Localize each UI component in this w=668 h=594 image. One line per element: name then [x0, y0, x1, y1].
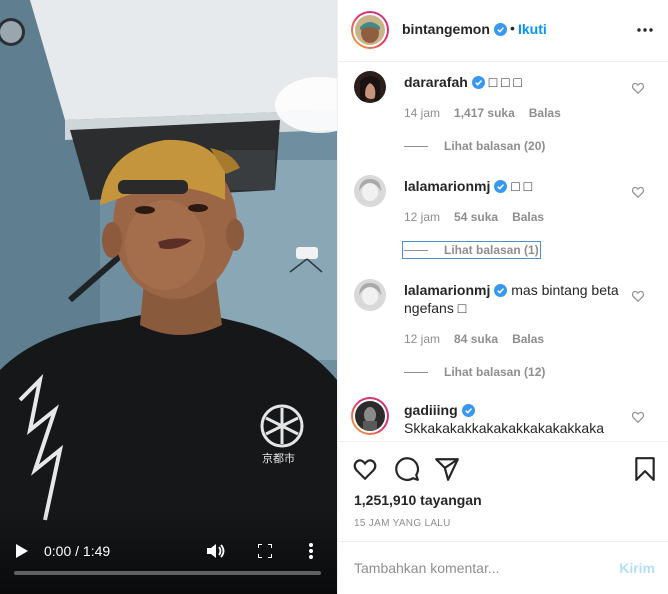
comment-input[interactable] [354, 558, 594, 578]
comment-time[interactable]: 12 jam [404, 332, 440, 346]
reply-button[interactable]: Balas [512, 210, 544, 224]
heart-icon[interactable] [631, 410, 645, 424]
view-replies-button[interactable]: Lihat balasan (12) [404, 365, 545, 379]
video-more-button[interactable] [302, 540, 320, 562]
view-replies-button[interactable]: Lihat balasan (20) [404, 139, 545, 153]
commenter-avatar[interactable] [354, 71, 386, 103]
verified-badge-icon [461, 404, 475, 417]
post-side-panel: bintangemon • Ikuti dararafah □ □ □ 14 j… [337, 0, 668, 594]
author-username[interactable]: bintangemon [402, 21, 507, 37]
comment-meta: 12 jam 54 suka Balas [404, 210, 544, 224]
video-progress-bar[interactable] [14, 571, 321, 575]
video-time: 0:00 / 1:49 [44, 543, 111, 559]
view-count[interactable]: 1,251,910 tayangan [354, 492, 482, 508]
verified-badge-icon [494, 284, 508, 297]
post-timestamp[interactable]: 15 JAM YANG LALU [354, 518, 451, 529]
video-frame: 京都市 [0, 0, 337, 594]
more-horizontal-icon [637, 28, 653, 32]
comment-username[interactable]: lalamarionmj [404, 282, 490, 298]
comment-meta: 14 jam 1,417 suka Balas [404, 106, 561, 120]
post-options-button[interactable] [635, 20, 655, 40]
volume-button[interactable] [204, 540, 228, 562]
comment-text: dararafah □ □ □ [404, 73, 624, 91]
heart-icon[interactable] [631, 289, 645, 303]
comment-body: Skkakakakkakakakkakakakkaka [404, 420, 604, 436]
author-avatar[interactable] [351, 11, 389, 49]
video-player[interactable]: 京都市 0:00 / 1:49 [0, 0, 337, 594]
comment-username[interactable]: lalamarionmj [404, 178, 490, 194]
comment-likes[interactable]: 1,417 suka [454, 106, 515, 120]
commenter-avatar[interactable] [351, 397, 389, 435]
volume-icon [207, 544, 225, 558]
header-separator: • [510, 20, 515, 36]
video-controls: 0:00 / 1:49 [0, 530, 337, 594]
comment-body: □ □ □ [488, 74, 522, 90]
post-actions: 1,251,910 tayangan 15 JAM YANG LALU [338, 441, 668, 541]
view-replies-button[interactable]: Lihat balasan (1) [402, 241, 541, 259]
fullscreen-button[interactable] [254, 540, 276, 562]
heart-icon[interactable] [631, 185, 645, 199]
play-icon [16, 544, 28, 558]
play-button[interactable] [12, 540, 32, 562]
post-comment-button[interactable]: Kirim [619, 560, 655, 576]
reply-button[interactable]: Balas [512, 332, 544, 346]
commenter-avatar[interactable] [354, 175, 386, 207]
comment-body: □ □ [511, 178, 533, 194]
bookmark-icon[interactable] [632, 456, 658, 482]
author-avatar-image [355, 15, 385, 45]
comment-time[interactable]: 12 jam [404, 210, 440, 224]
fullscreen-icon [258, 544, 272, 558]
comment-username[interactable]: dararafah [404, 74, 468, 90]
comment-text: lalamarionmj mas bintang beta ngefans □ [404, 281, 624, 317]
comment-icon[interactable] [394, 456, 420, 482]
comment-text: lalamarionmj □ □ [404, 177, 624, 195]
comment-username[interactable]: gadiiing [404, 402, 458, 418]
comment-text: gadiiing Skkakakakkakakakkakakakkaka [404, 401, 644, 437]
comment-list[interactable]: dararafah □ □ □ 14 jam 1,417 suka Balas … [338, 63, 668, 441]
verified-badge-icon [471, 76, 485, 89]
add-comment-section: Kirim [338, 541, 668, 594]
heart-icon[interactable] [352, 456, 378, 482]
verified-badge-icon [494, 180, 508, 193]
share-icon[interactable] [434, 456, 460, 482]
heart-icon[interactable] [631, 81, 645, 95]
comment-likes[interactable]: 54 suka [454, 210, 498, 224]
reply-button[interactable]: Balas [529, 106, 561, 120]
post-header: bintangemon • Ikuti [338, 0, 668, 62]
follow-button[interactable]: Ikuti [518, 21, 547, 37]
comment-likes[interactable]: 84 suka [454, 332, 498, 346]
comment-meta: 12 jam 84 suka Balas [404, 332, 544, 346]
verified-badge-icon [493, 23, 507, 36]
shirt-print: 京都市 [262, 451, 295, 465]
more-vertical-icon [309, 543, 313, 559]
comment-time[interactable]: 14 jam [404, 106, 440, 120]
commenter-avatar[interactable] [354, 279, 386, 311]
